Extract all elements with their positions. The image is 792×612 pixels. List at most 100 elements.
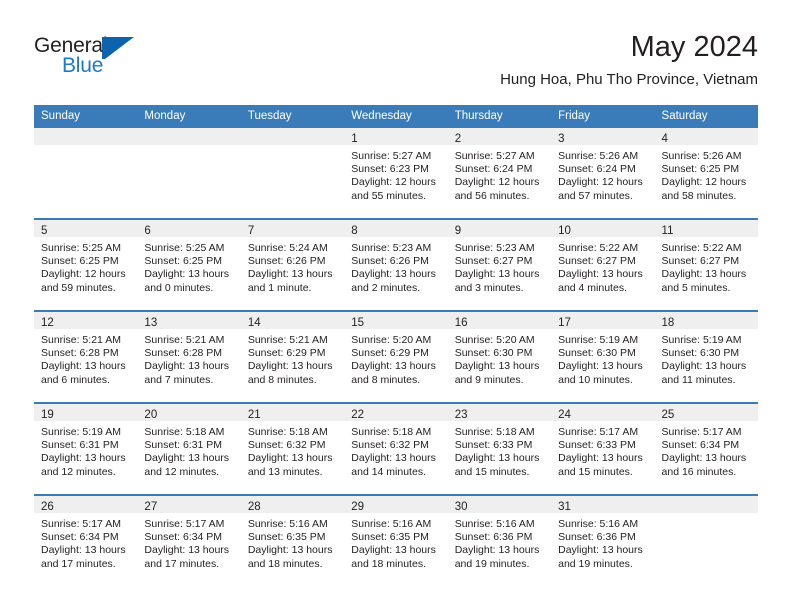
general-blue-logo[interactable]: General Blue [34,34,234,90]
sunrise-text: Sunrise: 5:18 AM [351,426,432,438]
daylight-text-line1: Daylight: 13 hours [454,544,540,557]
day-cell-inner: 1 Sunrise: 5:27 AM Sunset: 6:23 PM Daylight… [344,128,448,216]
day-number-band: 21 [240,404,345,421]
calendar-week-row: 12 Sunrise: 5:21 AM Sunset: 6:28 PM Dayligh… [34,310,758,403]
day-number-band: 9 [447,220,552,237]
calendar-page: General Blue May 2024 Hung Hoa, Phu Tho … [0,0,792,612]
calendar-day-cell[interactable]: 30 Sunrise: 5:16 AM Sunset: 6:36 PM Dayligh… [447,494,552,586]
daylight-text-line1: Daylight: 13 hours [144,452,230,465]
sunset-text: Sunset: 6:28 PM [144,347,223,360]
calendar-day-cell[interactable]: 31 Sunrise: 5:16 AM Sunset: 6:36 PM Dayligh… [551,494,655,586]
daylight-text-line1: Daylight: 13 hours [351,268,436,281]
daylight-text-line2: and 17 minutes. [144,557,220,570]
calendar-day-cell[interactable]: 29 Sunrise: 5:16 AM Sunset: 6:35 PM Dayligh… [344,494,448,586]
calendar-day-cell[interactable]: 24 Sunrise: 5:17 AM Sunset: 6:33 PM Dayligh… [551,402,655,495]
day-number-band: 17 [551,312,655,329]
sunset-text: Sunset: 6:30 PM [661,347,740,360]
sunset-text: Sunset: 6:29 PM [247,347,326,360]
weekday-header-wednesday: Wednesday [344,105,448,128]
sunset-text: Sunset: 6:29 PM [351,347,429,360]
calendar-day-cell[interactable]: 20 Sunrise: 5:18 AM Sunset: 6:31 PM Dayligh… [137,402,241,495]
calendar-day-cell[interactable]: 16 Sunrise: 5:20 AM Sunset: 6:30 PM Dayligh… [447,310,552,403]
calendar-day-cell[interactable]: 18 Sunrise: 5:19 AM Sunset: 6:30 PM Dayligh… [654,310,758,403]
day-cell-inner: 19 Sunrise: 5:19 AM Sunset: 6:31 PM Dayligh… [34,404,138,492]
daylight-text-line1: Daylight: 12 hours [454,176,540,189]
calendar-day-cell[interactable]: 19 Sunrise: 5:19 AM Sunset: 6:31 PM Dayligh… [34,402,138,495]
sunrise-text: Sunrise: 5:22 AM [661,242,742,254]
daylight-text-line1: Daylight: 12 hours [558,176,643,189]
day-cell-inner: 16 Sunrise: 5:20 AM Sunset: 6:30 PM Dayligh… [447,312,552,400]
day-details: Sunrise: 5:17 AM Sunset: 6:34 PM Daylight:… [34,513,137,571]
day-cell-inner: 22 Sunrise: 5:18 AM Sunset: 6:32 PM Dayligh… [344,404,448,492]
daylight-text-line1: Daylight: 13 hours [351,360,436,373]
day-details: Sunrise: 5:16 AM Sunset: 6:36 PM Daylight:… [448,513,551,571]
daylight-text-line2: and 4 minutes. [558,281,627,294]
calendar-day-cell[interactable]: 10 Sunrise: 5:22 AM Sunset: 6:27 PM Dayligh… [551,218,655,311]
day-number: 5 [41,225,48,237]
calendar-day-cell[interactable]: 4 Sunrise: 5:26 AM Sunset: 6:25 PM Daylight… [654,128,758,219]
title-block: May 2024 Hung Hoa, Phu Tho Province, Vie… [500,30,758,89]
calendar-day-cell[interactable]: 23 Sunrise: 5:18 AM Sunset: 6:33 PM Dayligh… [447,402,552,495]
calendar-day-cell[interactable]: 22 Sunrise: 5:18 AM Sunset: 6:32 PM Dayligh… [344,402,448,495]
day-number-band: 8 [344,220,448,237]
sunset-text: Sunset: 6:33 PM [454,439,533,452]
sunset-text: Sunset: 6:31 PM [144,439,223,452]
calendar-day-cell[interactable]: 17 Sunrise: 5:19 AM Sunset: 6:30 PM Dayligh… [551,310,655,403]
day-number-band: 27 [137,496,241,513]
daylight-text-line2: and 18 minutes. [247,557,323,570]
daylight-text-line1: Daylight: 13 hours [144,360,230,373]
logo-text-blue: Blue [62,54,104,77]
calendar-day-cell[interactable]: 26 Sunrise: 5:17 AM Sunset: 6:34 PM Dayligh… [34,494,138,586]
triangle-logo-icon [102,37,134,59]
calendar-day-cell[interactable]: 1 Sunrise: 5:27 AM Sunset: 6:23 PM Daylight… [344,128,448,219]
calendar-day-cell[interactable]: 7 Sunrise: 5:24 AM Sunset: 6:26 PM Daylight… [240,218,345,311]
calendar-day-cell[interactable]: 21 Sunrise: 5:18 AM Sunset: 6:32 PM Dayligh… [240,402,345,495]
daylight-text-line1: Daylight: 13 hours [661,452,747,465]
day-details: Sunrise: 5:16 AM Sunset: 6:35 PM Daylight:… [344,513,447,571]
day-cell-inner [654,496,758,584]
day-number-band: 28 [240,496,345,513]
day-number: 23 [454,409,468,421]
day-cell-inner: 18 Sunrise: 5:19 AM Sunset: 6:30 PM Dayligh… [654,312,758,400]
day-details: Sunrise: 5:18 AM Sunset: 6:32 PM Daylight:… [344,421,447,479]
day-number: 10 [558,225,571,237]
sunset-text: Sunset: 6:30 PM [454,347,533,360]
day-cell-inner: 25 Sunrise: 5:17 AM Sunset: 6:34 PM Dayligh… [654,404,758,492]
day-cell-inner: 28 Sunrise: 5:16 AM Sunset: 6:35 PM Dayligh… [240,496,345,584]
calendar-day-cell[interactable]: 6 Sunrise: 5:25 AM Sunset: 6:25 PM Daylight… [137,218,241,311]
calendar-day-cell[interactable]: 14 Sunrise: 5:21 AM Sunset: 6:29 PM Dayligh… [240,310,345,403]
calendar-day-cell[interactable]: 25 Sunrise: 5:17 AM Sunset: 6:34 PM Dayligh… [654,402,758,495]
day-cell-inner: 13 Sunrise: 5:21 AM Sunset: 6:28 PM Dayligh… [137,312,241,400]
day-number: 12 [41,317,54,329]
calendar-day-cell[interactable]: 12 Sunrise: 5:21 AM Sunset: 6:28 PM Dayligh… [34,310,138,403]
calendar-day-cell[interactable]: 3 Sunrise: 5:26 AM Sunset: 6:24 PM Daylight… [551,128,655,219]
calendar-day-cell[interactable]: 27 Sunrise: 5:17 AM Sunset: 6:34 PM Dayligh… [137,494,241,586]
calendar-day-cell[interactable]: 5 Sunrise: 5:25 AM Sunset: 6:25 PM Daylight… [34,218,138,311]
daylight-text-line2: and 16 minutes. [661,465,737,478]
day-details: Sunrise: 5:23 AM Sunset: 6:27 PM Daylight:… [448,237,551,295]
day-number-band: 31 [551,496,655,513]
calendar-day-cell[interactable]: 13 Sunrise: 5:21 AM Sunset: 6:28 PM Dayligh… [137,310,241,403]
day-details: Sunrise: 5:19 AM Sunset: 6:30 PM Daylight:… [655,329,758,387]
day-details: Sunrise: 5:16 AM Sunset: 6:36 PM Daylight:… [551,513,654,571]
day-details: Sunrise: 5:16 AM Sunset: 6:35 PM Daylight:… [241,513,344,571]
calendar-day-cell[interactable]: 9 Sunrise: 5:23 AM Sunset: 6:27 PM Daylight… [447,218,552,311]
daylight-text-line1: Daylight: 13 hours [41,544,126,557]
calendar-day-cell[interactable]: 2 Sunrise: 5:27 AM Sunset: 6:24 PM Daylight… [447,128,552,219]
daylight-text-line2: and 8 minutes. [351,373,421,386]
calendar-day-cell-empty [240,128,345,219]
weekday-header-tuesday: Tuesday [240,105,345,128]
daylight-text-line1: Daylight: 13 hours [454,268,540,281]
sunset-text: Sunset: 6:33 PM [558,439,636,452]
calendar-day-cell[interactable]: 11 Sunrise: 5:22 AM Sunset: 6:27 PM Dayligh… [654,218,758,311]
sunset-text: Sunset: 6:24 PM [454,163,533,176]
calendar-day-cell[interactable]: 28 Sunrise: 5:16 AM Sunset: 6:35 PM Dayligh… [240,494,345,586]
calendar-day-cell[interactable]: 8 Sunrise: 5:23 AM Sunset: 6:26 PM Daylight… [344,218,448,311]
day-number: 25 [661,409,675,421]
day-details: Sunrise: 5:25 AM Sunset: 6:25 PM Daylight:… [34,237,137,295]
day-details: Sunrise: 5:18 AM Sunset: 6:33 PM Daylight:… [448,421,551,479]
calendar-day-cell[interactable]: 15 Sunrise: 5:20 AM Sunset: 6:29 PM Dayligh… [344,310,448,403]
daylight-text-line2: and 11 minutes. [661,373,736,386]
sunrise-text: Sunrise: 5:21 AM [247,334,328,346]
day-number: 29 [351,501,365,513]
